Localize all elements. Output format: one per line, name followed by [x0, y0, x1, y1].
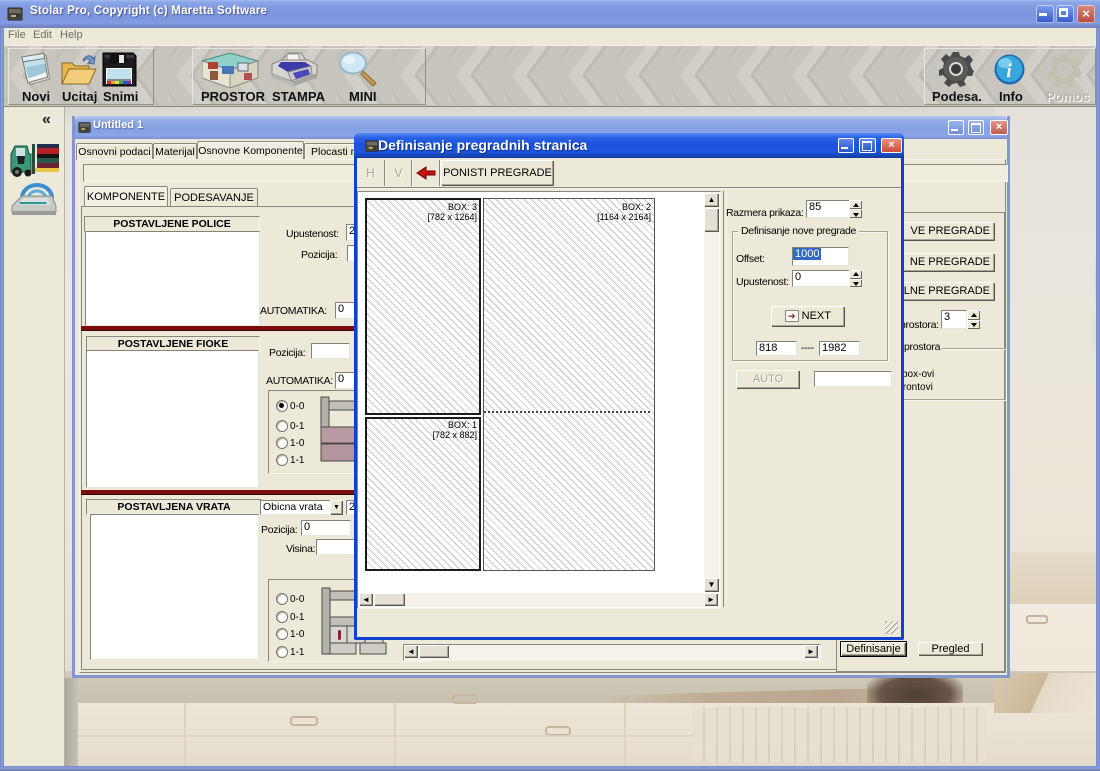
svg-text:i: i: [1006, 61, 1012, 82]
